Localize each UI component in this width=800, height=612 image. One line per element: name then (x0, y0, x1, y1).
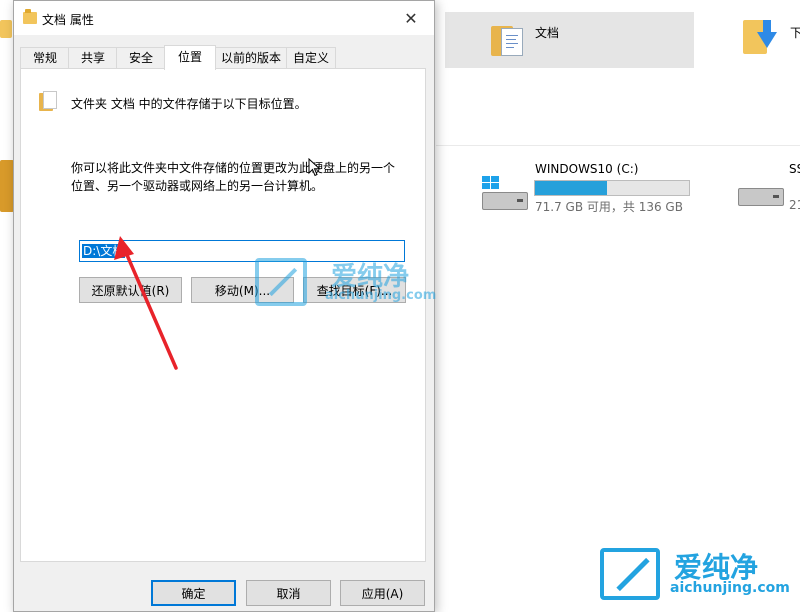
windows-logo-icon (482, 176, 500, 190)
hard-drive-icon (482, 174, 528, 210)
tab-customize[interactable]: 自定义 (286, 47, 336, 68)
section-divider (436, 145, 800, 146)
tab-security[interactable]: 安全 (116, 47, 166, 68)
red-arrow-annotation (114, 236, 178, 370)
image-thumbnail-partial[interactable] (0, 160, 14, 212)
mouse-cursor-icon (308, 158, 321, 177)
tab-general[interactable]: 常规 (20, 47, 70, 68)
cancel-button[interactable]: 取消 (246, 580, 331, 606)
watermark-logo-icon (600, 548, 660, 600)
drive-usage-fill (535, 181, 608, 195)
documents-folder-icon (39, 89, 57, 111)
drive-item-c[interactable]: WINDOWS10 (C:) 71.7 GB 可用，共 136 GB (482, 160, 692, 216)
folder-thumbnail-partial[interactable] (0, 20, 12, 38)
folder-icon (23, 9, 37, 24)
watermark-corner: 爱纯净 aichunjing.com (598, 540, 800, 600)
folder-label-downloads: 下 (790, 26, 800, 40)
drive-name-c: WINDOWS10 (C:) (535, 162, 639, 176)
documents-folder-icon (491, 22, 523, 58)
drive-item-partial[interactable]: SS 21 (738, 160, 800, 216)
location-heading: 文件夹 文档 中的文件存储于以下目标位置。 (71, 97, 307, 111)
explorer-left-strip (0, 0, 14, 600)
tab-sharing[interactable]: 共享 (68, 47, 118, 68)
tab-previous-versions[interactable]: 以前的版本 (214, 47, 288, 68)
watermark-logo-icon (255, 258, 307, 306)
dialog-titlebar[interactable]: 文档 属性 ✕ (14, 1, 434, 35)
hard-drive-icon (738, 174, 784, 206)
location-description: 你可以将此文件夹中文件存储的位置更改为此硬盘上的另一个位置、另一个驱动器或网络上… (71, 161, 396, 193)
ok-button[interactable]: 确定 (151, 580, 236, 606)
folder-item-downloads[interactable]: 下 (740, 14, 800, 68)
drive-info-partial: 21 (789, 198, 800, 212)
watermark-center: 爱纯净 aichunjing.com (253, 256, 453, 312)
close-button[interactable]: ✕ (388, 1, 434, 35)
drive-info-c: 71.7 GB 可用，共 136 GB (535, 200, 683, 214)
downloads-folder-icon (743, 20, 783, 60)
dialog-title: 文档 属性 (42, 13, 94, 27)
drive-name-partial: SS (789, 162, 800, 176)
close-icon: ✕ (404, 8, 418, 28)
apply-button[interactable]: 应用(A) (340, 580, 425, 606)
folder-label-documents: 文档 (535, 26, 560, 40)
watermark-subtitle: aichunjing.com (325, 288, 437, 303)
tab-location[interactable]: 位置 (164, 45, 216, 70)
location-tab-panel: 文件夹 文档 中的文件存储于以下目标位置。 你可以将此文件夹中文件存储的位置更改… (20, 68, 426, 562)
watermark-subtitle: aichunjing.com (670, 580, 790, 596)
drive-usage-bar (534, 180, 690, 196)
folder-item-documents[interactable]: 文档 (445, 12, 694, 68)
